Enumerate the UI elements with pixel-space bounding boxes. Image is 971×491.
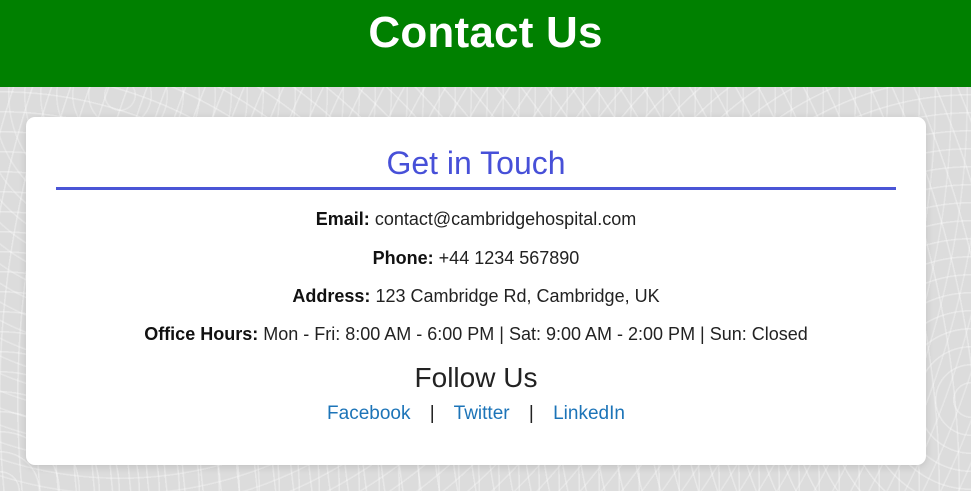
page-title: Contact Us bbox=[368, 8, 603, 57]
hours-label: Office Hours: bbox=[144, 324, 259, 344]
twitter-link[interactable]: Twitter bbox=[454, 403, 510, 424]
hours-value: Mon - Fri: 8:00 AM - 6:00 PM | Sat: 9:00… bbox=[263, 324, 808, 344]
phone-line: Phone: +44 1234 567890 bbox=[26, 246, 926, 270]
email-line: Email: contact@cambridgehospital.com bbox=[26, 207, 926, 231]
phone-label: Phone: bbox=[372, 248, 434, 268]
address-label: Address: bbox=[292, 286, 371, 306]
hours-line: Office Hours: Mon - Fri: 8:00 AM - 6:00 … bbox=[26, 322, 926, 346]
follow-title: Follow Us bbox=[414, 362, 538, 393]
page-header: Contact Us bbox=[0, 0, 971, 87]
card-title: Get in Touch bbox=[386, 145, 566, 181]
email-label: Email: bbox=[315, 209, 370, 229]
address-value: 123 Cambridge Rd, Cambridge, UK bbox=[375, 286, 660, 306]
contact-card: Get in Touch Email: contact@cambridgehos… bbox=[26, 117, 926, 465]
linkedin-link[interactable]: LinkedIn bbox=[553, 403, 625, 424]
social-separator: | bbox=[528, 403, 534, 424]
email-value: contact@cambridgehospital.com bbox=[374, 209, 637, 229]
address-line: Address: 123 Cambridge Rd, Cambridge, UK bbox=[26, 284, 926, 308]
social-separator: | bbox=[429, 403, 435, 424]
social-links: Facebook | Twitter | LinkedIn bbox=[26, 401, 926, 427]
facebook-link[interactable]: Facebook bbox=[327, 403, 410, 424]
phone-value: +44 1234 567890 bbox=[438, 248, 580, 268]
title-divider bbox=[56, 187, 896, 190]
